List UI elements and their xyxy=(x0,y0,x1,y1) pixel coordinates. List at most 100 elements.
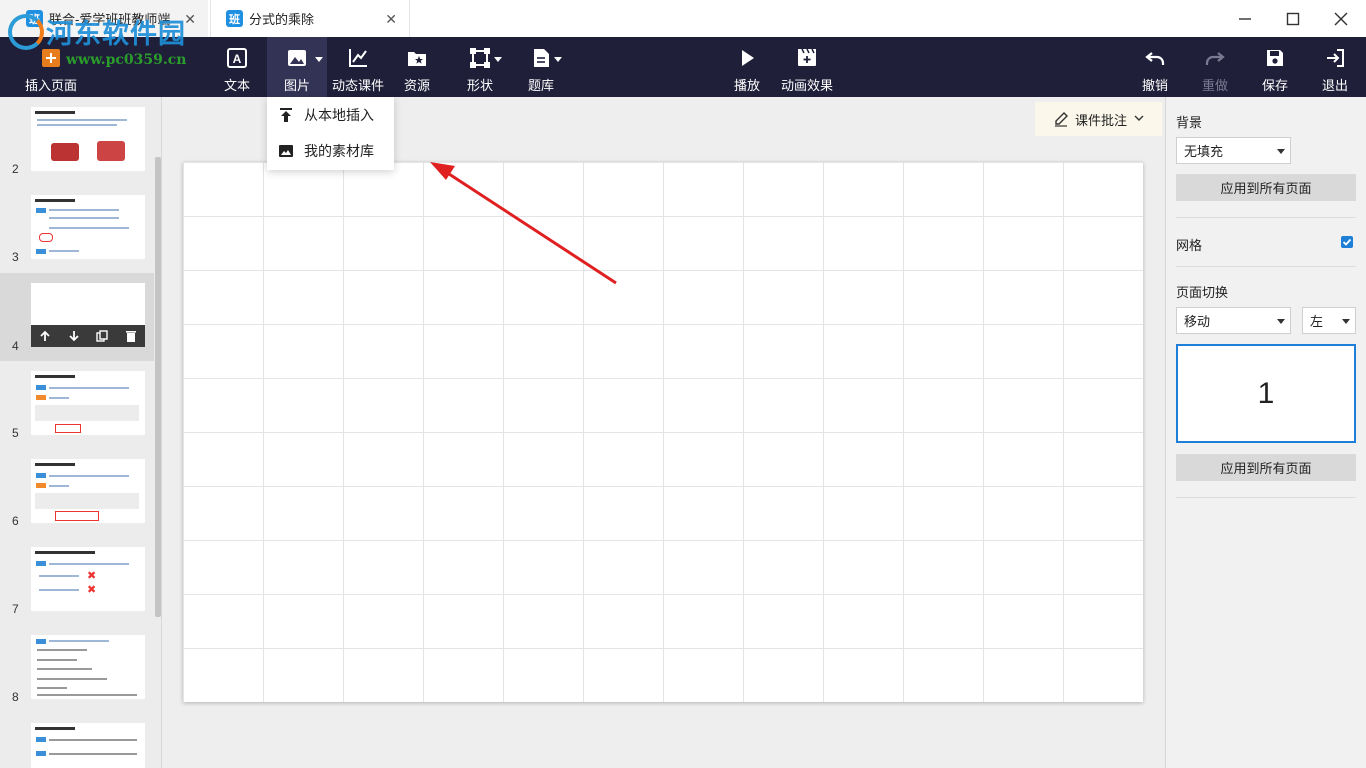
divider xyxy=(1176,266,1356,267)
image-icon xyxy=(288,50,306,66)
grid-checkbox[interactable] xyxy=(1341,236,1353,248)
shape-select-icon xyxy=(470,48,490,68)
redo-button[interactable]: 重做 xyxy=(1195,37,1235,97)
slide-thumbnail xyxy=(31,371,145,435)
apply-all-label: 应用到所有页面 xyxy=(1220,181,1312,196)
folder-star-icon xyxy=(408,52,426,66)
slide-thumbnail-item[interactable]: ✖ ✖ 7 xyxy=(0,537,154,625)
menu-item-insert-local[interactable]: 从本地插入 xyxy=(267,97,394,133)
transition-direction-select[interactable]: 左 xyxy=(1302,307,1356,334)
properties-panel: 背景 无填充 应用到所有页面 网格 页面切换 移动 左 1 应用到所有页面 xyxy=(1165,97,1366,768)
play-button[interactable]: 播放 xyxy=(726,37,768,97)
close-tab-icon[interactable]: ✕ xyxy=(385,11,397,28)
plus-icon xyxy=(42,49,60,67)
slide-number: 6 xyxy=(12,514,19,528)
close-tab-icon[interactable]: ✕ xyxy=(184,11,196,28)
image-button[interactable]: 图片 xyxy=(267,37,327,97)
apply-transition-all-button[interactable]: 应用到所有页面 xyxy=(1176,454,1356,481)
background-fill-value: 无填充 xyxy=(1184,144,1224,159)
divider xyxy=(1176,497,1356,498)
transition-type-value: 移动 xyxy=(1184,314,1211,329)
undo-label: 撤销 xyxy=(1141,78,1168,93)
transition-preview: 1 xyxy=(1176,344,1356,443)
document-icon xyxy=(534,49,549,67)
thumbnail-scrollbar[interactable] xyxy=(155,157,161,617)
resource-label: 资源 xyxy=(403,78,430,93)
apply-all-label: 应用到所有页面 xyxy=(1220,461,1312,476)
animation-effect-button[interactable]: 动画效果 xyxy=(777,37,837,97)
minimize-button[interactable] xyxy=(1220,0,1270,37)
slide-thumbnail-item[interactable]: 8 xyxy=(0,625,154,713)
animation-icon xyxy=(798,48,816,66)
divider xyxy=(1176,217,1356,218)
text-icon: A xyxy=(227,48,247,68)
transition-direction-value: 左 xyxy=(1310,314,1324,329)
svg-text:A: A xyxy=(233,52,242,66)
close-window-button[interactable] xyxy=(1316,0,1366,37)
annotation-label: 课件批注 xyxy=(1075,112,1128,128)
slide-number: 8 xyxy=(12,690,19,704)
transition-type-select[interactable]: 移动 xyxy=(1176,307,1291,334)
insert-page-button[interactable]: 插入页面 xyxy=(18,37,84,97)
image-label: 图片 xyxy=(283,78,310,93)
slide-thumbnail xyxy=(31,195,145,259)
dynamic-label: 动态课件 xyxy=(331,78,384,93)
background-fill-select[interactable]: 无填充 xyxy=(1176,137,1291,164)
courseware-annotation-button[interactable]: 课件批注 xyxy=(1035,102,1162,136)
slide-number: 3 xyxy=(12,250,19,264)
copy-icon[interactable] xyxy=(96,330,108,342)
dynamic-courseware-button[interactable]: 动态课件 xyxy=(330,37,386,97)
question-bank-label: 题库 xyxy=(527,78,554,93)
checkmark-icon xyxy=(1342,238,1352,246)
preview-number: 1 xyxy=(1257,376,1275,410)
maximize-button[interactable] xyxy=(1268,0,1318,37)
slide-number: 5 xyxy=(12,426,19,440)
slide-thumbnail xyxy=(31,723,145,768)
slide-canvas[interactable] xyxy=(183,162,1143,702)
slide-thumbnail xyxy=(31,459,145,523)
slide-thumbnail-item[interactable]: 3 xyxy=(0,185,154,273)
shape-button[interactable]: 形状 xyxy=(454,37,506,97)
apply-background-all-button[interactable]: 应用到所有页面 xyxy=(1176,174,1356,201)
exit-icon xyxy=(1327,49,1344,67)
slide-thumbnail xyxy=(31,107,145,171)
text-button[interactable]: A 文本 xyxy=(212,37,262,97)
slide-thumbnail-item[interactable]: 6 xyxy=(0,449,154,537)
slide-actions-bar xyxy=(31,325,145,347)
title-bar: 班 联合-爱学班班教师端 ✕ 班 分式的乘除 ✕ xyxy=(0,0,1366,37)
resource-button[interactable]: 资源 xyxy=(395,37,439,97)
chart-axis-icon xyxy=(349,49,367,67)
move-down-icon[interactable] xyxy=(68,330,80,342)
text-label: 文本 xyxy=(223,78,250,93)
exit-label: 退出 xyxy=(1321,78,1348,93)
slide-thumbnail-item[interactable]: 9 xyxy=(0,713,154,768)
main-toolbar: 插入页面 A 文本 图片 动态课件 资源 形状 题库 播放 动画效果 撤销 重做… xyxy=(0,37,1366,97)
insert-page-label: 插入页面 xyxy=(24,78,77,93)
slide-thumbnail-item-selected[interactable]: 4 xyxy=(0,273,154,361)
move-up-icon[interactable] xyxy=(39,330,51,342)
exit-button[interactable]: 退出 xyxy=(1315,37,1355,97)
play-label: 播放 xyxy=(733,78,760,93)
pencil-icon xyxy=(1055,112,1068,127)
trash-icon[interactable] xyxy=(125,330,137,342)
save-label: 保存 xyxy=(1261,78,1288,93)
slide-thumbnail xyxy=(31,635,145,699)
chevron-down-icon xyxy=(554,57,562,62)
maximize-icon xyxy=(1286,12,1300,25)
tab-teacher-client[interactable]: 班 联合-爱学班班教师端 ✕ xyxy=(0,0,208,37)
redo-icon xyxy=(1205,52,1225,65)
chevron-down-icon xyxy=(1134,115,1144,121)
slide-thumbnail-item[interactable]: 2 xyxy=(0,97,154,185)
tab-fraction-multiplication[interactable]: 班 分式的乘除 ✕ xyxy=(210,0,410,37)
chevron-down-icon xyxy=(1342,319,1350,324)
page-transition-label: 页面切换 xyxy=(1176,285,1229,300)
slide-thumbnail-item[interactable]: 5 xyxy=(0,361,154,449)
redo-label: 重做 xyxy=(1201,78,1228,93)
slide-number: 2 xyxy=(12,162,19,176)
background-label: 背景 xyxy=(1176,115,1203,130)
save-button[interactable]: 保存 xyxy=(1255,37,1295,97)
question-bank-button[interactable]: 题库 xyxy=(516,37,566,97)
undo-button[interactable]: 撤销 xyxy=(1135,37,1175,97)
slide-thumbnail xyxy=(31,283,145,327)
menu-item-my-library[interactable]: 我的素材库 xyxy=(267,133,394,169)
